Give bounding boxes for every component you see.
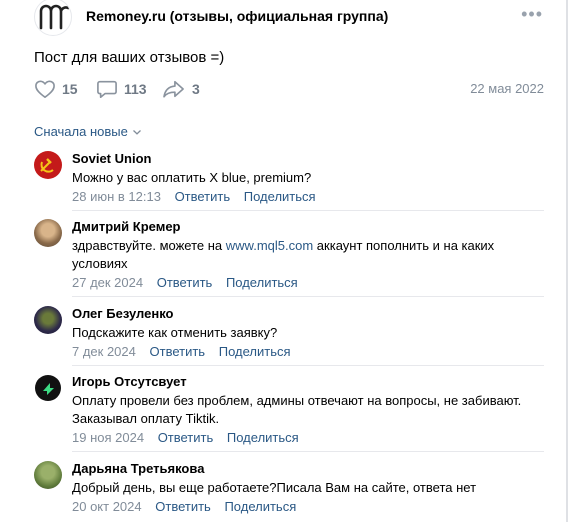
sort-label: Сначала новые <box>34 124 128 139</box>
comment-date[interactable]: 19 ноя 2024 <box>72 430 144 445</box>
divider <box>72 365 544 366</box>
chevron-down-icon <box>132 129 141 135</box>
comment-text: Подскажите как отменить заявку? <box>72 325 278 340</box>
avatar[interactable] <box>34 151 62 179</box>
comment-item: Дмитрий Кремер здравствуйте. можете на w… <box>34 219 544 297</box>
reply-button[interactable]: Ответить <box>155 499 211 514</box>
comment-item: Олег Безуленко Подскажите как отменить з… <box>34 306 544 366</box>
group-name-link[interactable]: Remoney.ru (отзывы, официальная группа) <box>86 8 388 24</box>
comment-text: Оплату провели без проблем, админы отвеч… <box>72 393 522 426</box>
share-comment-button[interactable]: Поделиться <box>224 499 296 514</box>
comment-button[interactable]: 113 <box>96 78 147 100</box>
comment-date[interactable]: 28 июн в 12:13 <box>72 189 161 204</box>
remoney-logo-icon <box>39 4 70 30</box>
comment-link[interactable]: www.mql5.com <box>226 238 313 253</box>
comment-date[interactable]: 7 дек 2024 <box>72 344 136 359</box>
comment-author[interactable]: Soviet Union <box>72 151 544 167</box>
comment-date[interactable]: 27 дек 2024 <box>72 275 143 290</box>
reply-button[interactable]: Ответить <box>150 344 206 359</box>
hammer-sickle-icon <box>40 158 54 173</box>
share-arrow-icon <box>163 80 184 98</box>
comment-date[interactable]: 20 окт 2024 <box>72 499 142 514</box>
reply-button[interactable]: Ответить <box>158 430 214 445</box>
comment-item: Дарьяна Третьякова Добрый день, вы еще р… <box>34 461 544 522</box>
comment-text: Можно у вас оплатить X blue, premium? <box>72 170 312 185</box>
comment-author[interactable]: Олег Безуленко <box>72 306 544 322</box>
reply-button[interactable]: Ответить <box>175 189 231 204</box>
share-comment-button[interactable]: Поделиться <box>226 275 298 290</box>
group-avatar[interactable] <box>34 0 72 36</box>
share-count: 3 <box>192 81 200 97</box>
share-button[interactable]: 3 <box>162 78 200 100</box>
comment-text: здравствуйте. можете на www.mql5.com акк… <box>72 237 544 273</box>
comment-author[interactable]: Игорь Отсутсвует <box>72 374 544 390</box>
like-count: 15 <box>62 81 78 97</box>
divider <box>72 296 544 297</box>
sort-dropdown[interactable]: Сначала новые <box>34 124 142 139</box>
avatar[interactable] <box>34 374 62 402</box>
post-date[interactable]: 22 мая 2022 <box>470 81 544 96</box>
heart-icon <box>35 80 55 98</box>
avatar[interactable] <box>34 306 62 334</box>
post-header: Remoney.ru (отзывы, официальная группа) … <box>34 0 549 38</box>
comment-author[interactable]: Дмитрий Кремер <box>72 219 544 235</box>
post-text: Пост для ваших отзывов =) <box>34 49 225 66</box>
brand-logo-icon <box>35 375 61 401</box>
share-comment-button[interactable]: Поделиться <box>219 344 291 359</box>
avatar[interactable] <box>34 461 62 489</box>
share-comment-button[interactable]: Поделиться <box>227 430 299 445</box>
divider <box>72 210 544 211</box>
post-actions: 15 113 3 22 мая 2022 <box>34 78 546 100</box>
comment-text-part: здравствуйте. можете на <box>72 238 226 253</box>
comment-author[interactable]: Дарьяна Третьякова <box>72 461 544 477</box>
avatar[interactable] <box>34 219 62 247</box>
comment-count: 113 <box>124 81 147 97</box>
divider <box>72 451 544 452</box>
reply-button[interactable]: Ответить <box>157 275 213 290</box>
comment-item: Soviet Union Можно у вас оплатить X blue… <box>34 151 544 211</box>
comment-item: Игорь Отсутсвует Оплату провели без проб… <box>34 374 544 452</box>
comment-text: Добрый день, вы еще работаете?Писала Вам… <box>72 480 477 495</box>
comment-bubble-icon <box>97 80 117 98</box>
share-comment-button[interactable]: Поделиться <box>244 189 316 204</box>
more-dots-icon[interactable]: ••• <box>521 4 543 25</box>
like-button[interactable]: 15 <box>34 78 78 100</box>
